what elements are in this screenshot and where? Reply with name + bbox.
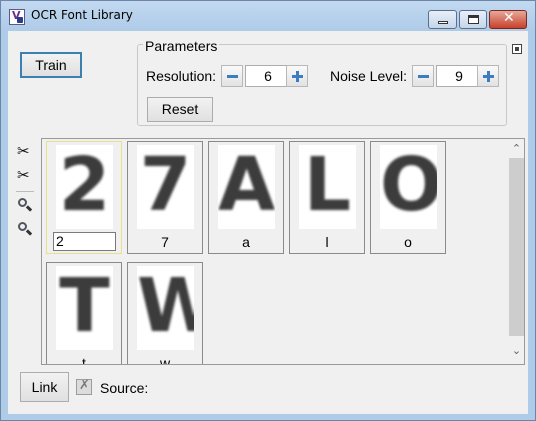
close-icon: ✕ <box>503 10 515 26</box>
resolution-label: Resolution: <box>146 68 217 84</box>
pin-icon[interactable] <box>512 44 522 54</box>
glyph-image: O <box>380 145 437 229</box>
scroll-down-icon[interactable]: ⌄ <box>508 344 524 361</box>
noise-decrement-button[interactable] <box>412 65 434 87</box>
checkbox-x-icon: ✗ <box>79 378 90 393</box>
link-button[interactable]: Link <box>20 372 69 402</box>
glyph-label: t <box>82 355 86 365</box>
scissors-icon[interactable]: ✂ <box>16 142 34 161</box>
vertical-scrollbar[interactable]: ⌃ ⌄ <box>508 140 524 363</box>
maximize-button[interactable] <box>459 10 487 29</box>
glyph-cell[interactable]: T t <box>46 262 122 365</box>
parameters-legend: Parameters <box>143 38 220 54</box>
glyph-cell[interactable]: A a <box>208 141 284 254</box>
resolution-increment-button[interactable] <box>286 65 308 87</box>
resolution-field[interactable]: 6 <box>245 65 291 87</box>
glyph-label: a <box>242 234 250 250</box>
zoom-out-icon[interactable] <box>16 221 34 239</box>
window-title: OCR Font Library <box>31 8 133 22</box>
glyph-image: 2 <box>56 145 113 229</box>
maximize-icon <box>468 15 479 24</box>
glyph-image: T <box>56 266 113 350</box>
glyph-label: 7 <box>161 234 169 250</box>
scissors-copy-icon[interactable]: ✂ <box>16 166 34 185</box>
glyph-label: o <box>404 234 412 250</box>
source-checkbox[interactable]: ✗ <box>76 378 92 395</box>
app-window: V OCR Font Library ✕ Train Parameters Re… <box>0 0 536 421</box>
glyph-image: W <box>137 266 194 350</box>
title-bar[interactable]: V OCR Font Library ✕ <box>1 1 535 31</box>
train-button[interactable]: Train <box>20 52 82 78</box>
minimize-button[interactable] <box>428 10 457 29</box>
glyph-image: L <box>299 145 356 229</box>
glyph-cell[interactable]: W w <box>127 262 203 365</box>
noise-increment-button[interactable] <box>477 65 499 87</box>
reset-button[interactable]: Reset <box>147 97 213 122</box>
noise-level-label: Noise Level: <box>330 68 408 84</box>
minus-icon <box>418 75 429 78</box>
scroll-thumb[interactable] <box>509 158 524 336</box>
glyph-cell[interactable]: 2 2 <box>46 141 122 254</box>
close-button[interactable]: ✕ <box>489 10 527 29</box>
scroll-up-icon[interactable]: ⌃ <box>508 142 524 159</box>
glyph-grid: 2 2 7 7 A a L l O o T t w ⌃ ⌄ <box>41 138 525 365</box>
resolution-decrement-button[interactable] <box>221 65 243 87</box>
glyph-cell[interactable]: 7 7 <box>127 141 203 254</box>
glyph-image: 7 <box>137 145 194 229</box>
client-area: Train Parameters Resolution: 6 Noise Lev… <box>8 31 528 414</box>
zoom-in-icon[interactable] <box>16 197 34 215</box>
glyph-image: A <box>218 145 275 229</box>
noise-level-field[interactable]: 9 <box>436 65 482 87</box>
glyph-cell[interactable]: L l <box>289 141 365 254</box>
glyph-cell[interactable]: O o <box>370 141 446 254</box>
glyph-label-input[interactable]: 2 <box>53 232 116 251</box>
tool-separator <box>16 191 34 192</box>
glyph-label: l <box>325 234 329 250</box>
source-label: Source: <box>100 380 149 396</box>
minimize-icon <box>438 21 448 24</box>
app-icon: V <box>9 9 25 25</box>
minus-icon <box>227 75 238 78</box>
glyph-label: w <box>159 355 171 365</box>
